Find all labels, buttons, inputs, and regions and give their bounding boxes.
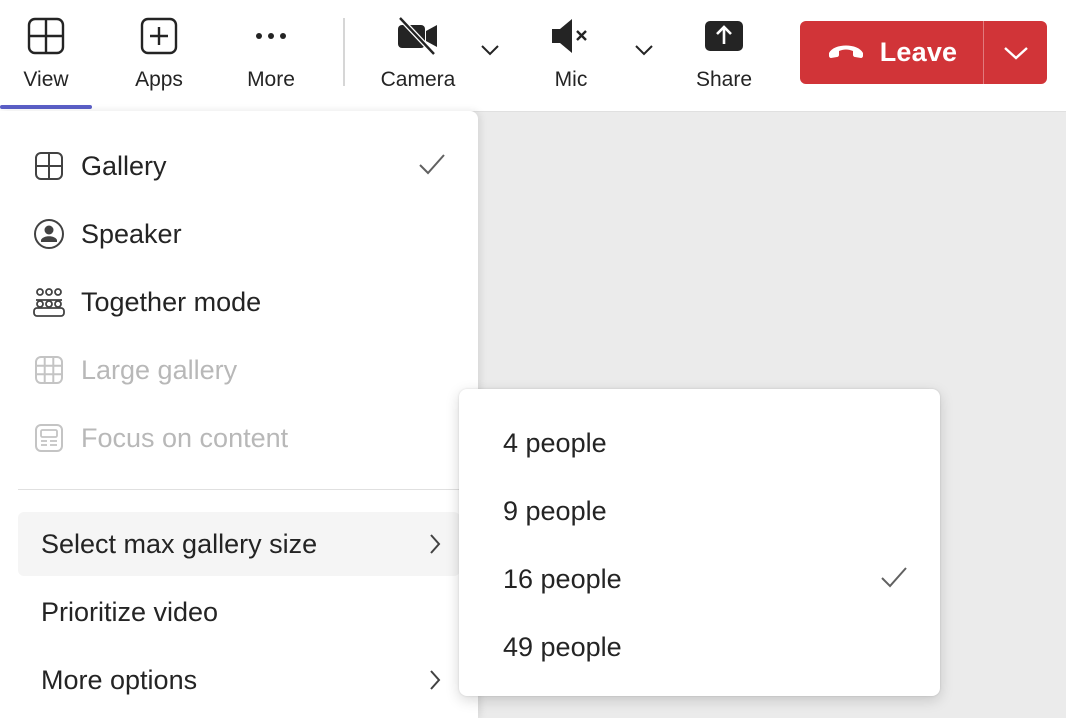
mic-muted-speaker-icon: [549, 16, 593, 56]
share-button[interactable]: Share: [686, 0, 762, 111]
more-button[interactable]: More: [232, 0, 310, 111]
mic-button[interactable]: Mic: [536, 0, 606, 111]
camera-options-chevron-icon[interactable]: [478, 38, 502, 62]
chevron-right-icon: [428, 532, 442, 561]
more-label: More: [247, 68, 295, 91]
camera-label: Camera: [380, 68, 456, 91]
menu-item-prioritize-video[interactable]: Prioritize video: [18, 580, 460, 644]
menu-item-label: Focus on content: [81, 422, 289, 453]
submenu-item-16-people[interactable]: 16 people: [459, 547, 940, 611]
submenu-item-label: 9 people: [503, 495, 607, 526]
checkmark-icon: [418, 152, 446, 181]
menu-item-label: Gallery: [81, 150, 167, 181]
more-ellipsis-icon: [251, 16, 291, 56]
menu-item-together-mode[interactable]: Together mode: [18, 270, 460, 334]
share-label: Share: [695, 68, 753, 91]
view-active-indicator: [0, 105, 92, 109]
menu-item-select-max-gallery-size[interactable]: Select max gallery size: [18, 512, 460, 576]
view-menu: Gallery Speaker Together mode Large gall…: [0, 111, 478, 718]
camera-off-icon: [396, 16, 440, 56]
menu-item-focus-on-content: Focus on content: [18, 406, 460, 470]
menu-item-label: Prioritize video: [41, 596, 219, 627]
grid-icon: [32, 151, 66, 181]
mic-label: Mic: [554, 68, 588, 91]
toolbar-divider: [343, 18, 345, 86]
menu-item-label: Select max gallery size: [41, 528, 318, 559]
submenu-item-49-people[interactable]: 49 people: [459, 615, 940, 679]
leave-button-group: Leave: [800, 21, 1047, 84]
menu-item-label: More options: [41, 664, 198, 695]
camera-button[interactable]: Camera: [374, 0, 462, 111]
checkmark-icon: [880, 565, 908, 594]
leave-label: Leave: [879, 37, 958, 67]
content-view-icon: [32, 423, 66, 453]
submenu-item-label: 16 people: [503, 563, 622, 594]
mic-options-chevron-icon[interactable]: [632, 38, 656, 62]
apps-button[interactable]: Apps: [120, 0, 198, 111]
chevron-right-icon: [428, 668, 442, 697]
submenu-item-label: 4 people: [503, 427, 607, 458]
view-label: View: [23, 68, 69, 91]
hang-up-phone-icon: [826, 40, 866, 65]
submenu-item-9-people[interactable]: 9 people: [459, 479, 940, 543]
add-app-icon: [139, 16, 179, 56]
submenu-item-4-people[interactable]: 4 people: [459, 411, 940, 475]
leave-button[interactable]: Leave: [800, 21, 983, 84]
menu-item-more-options[interactable]: More options: [18, 648, 460, 712]
apps-label: Apps: [135, 68, 183, 91]
menu-item-speaker[interactable]: Speaker: [18, 202, 460, 266]
view-button[interactable]: View: [0, 0, 92, 111]
submenu-item-label: 49 people: [503, 631, 622, 662]
gallery-size-submenu: 4 people 9 people 16 people 49 people: [459, 389, 940, 696]
meeting-window: View Apps More Camera Mic Share Leave Ga…: [0, 0, 1066, 718]
meeting-toolbar: View Apps More Camera Mic Share Leave: [0, 0, 1066, 112]
people-audience-icon: [32, 286, 66, 318]
leave-options-chevron-icon[interactable]: [984, 21, 1047, 84]
menu-item-large-gallery: Large gallery: [18, 338, 460, 402]
menu-item-label: Large gallery: [81, 354, 238, 385]
grid-icon: [26, 16, 66, 56]
large-grid-icon: [32, 355, 66, 385]
menu-item-label: Speaker: [81, 218, 182, 249]
share-screen-icon: [703, 16, 745, 56]
menu-item-label: Together mode: [81, 286, 262, 317]
menu-item-gallery[interactable]: Gallery: [18, 134, 460, 198]
menu-divider: [18, 489, 478, 490]
speaker-person-icon: [32, 218, 66, 250]
